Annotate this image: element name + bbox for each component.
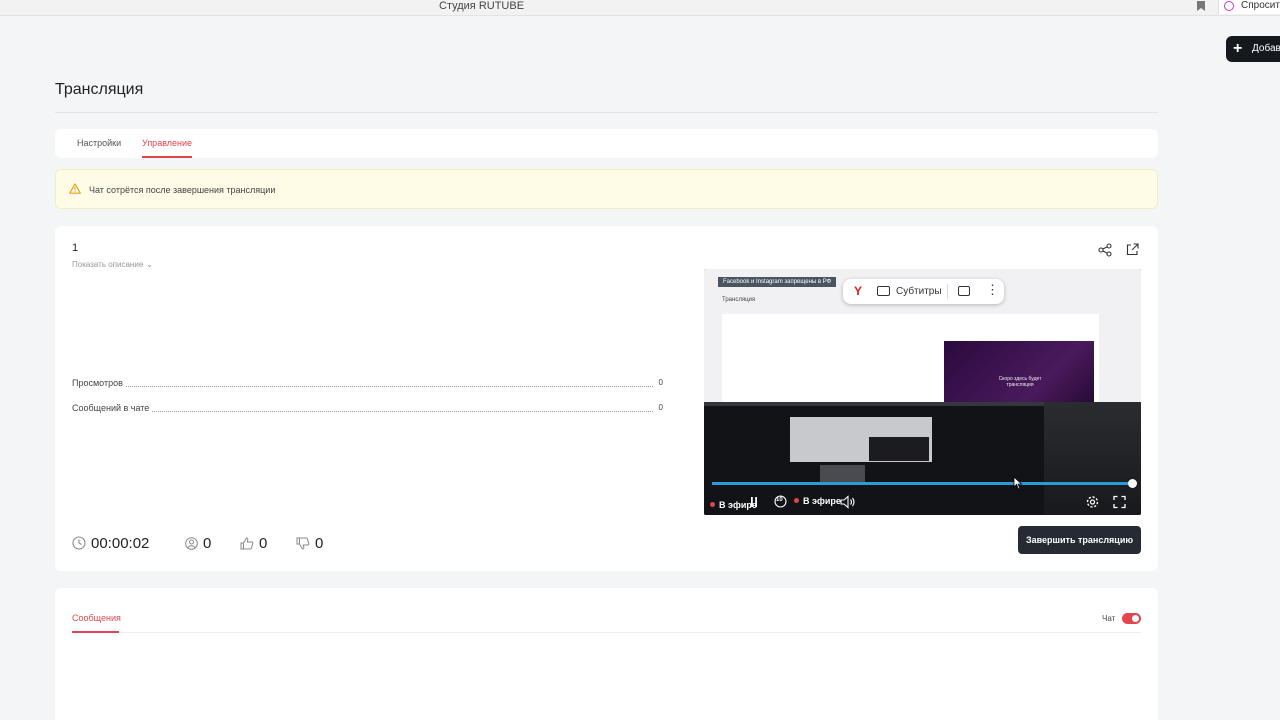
tab-settings[interactable]: Настройки: [77, 138, 121, 148]
live-dot: [710, 502, 715, 507]
player-progress-bar[interactable]: [712, 479, 1137, 488]
stat-value: 0: [656, 378, 663, 387]
player-progress-knob[interactable]: [1128, 479, 1137, 488]
browser-top-bar: Студия RUTUBE Спросить: [0, 0, 1280, 16]
volume-icon[interactable]: [840, 495, 856, 509]
tab-management[interactable]: Управление: [142, 138, 192, 148]
assistant-icon: [1224, 1, 1234, 11]
ask-label: Спросить: [1241, 0, 1280, 11]
skip-seconds: 10: [776, 497, 783, 503]
player-inner-preview-text: Скоро здесь будет трансляция: [998, 376, 1042, 388]
duration-value: 00:00:02: [91, 534, 150, 552]
user-icon: [185, 536, 198, 550]
stat-chat-messages: Сообщений в чате 0: [72, 403, 663, 415]
thumbs-up-icon: [240, 536, 254, 549]
dotted-leader: [72, 386, 653, 387]
messages-card: Сообщения Чат: [55, 588, 1158, 720]
duration-metric: 00:00:02: [72, 533, 149, 553]
fullscreen-icon[interactable]: [1113, 495, 1126, 509]
viewers-metric: 0: [185, 533, 211, 553]
stat-label: Просмотров: [72, 378, 125, 388]
dislikes-value: 0: [315, 534, 324, 552]
subtitles-icon[interactable]: [877, 286, 890, 296]
divider: [947, 284, 948, 299]
likes-metric: 0: [240, 533, 267, 553]
toggle-knob: [1132, 615, 1139, 622]
divider: [55, 112, 1158, 113]
chat-toggle-label: Чат: [1102, 614, 1116, 623]
picture-in-picture-icon[interactable]: [958, 286, 970, 296]
warning-icon: [69, 183, 81, 194]
tabs-bar: Настройки Управление: [55, 129, 1158, 158]
external-link-icon[interactable]: [1126, 243, 1139, 256]
viewers-value: 0: [203, 534, 212, 552]
stream-card: 1 Показать описание ⌄ Просмотров 0 Сообще…: [55, 226, 1158, 571]
browser-tab-title[interactable]: Студия RUTUBE: [439, 0, 524, 12]
player-nested-block: [820, 465, 865, 483]
tab-messages[interactable]: Сообщения: [72, 613, 121, 623]
video-player[interactable]: Facebook и Instagram запрещены в РФ Тран…: [704, 269, 1141, 515]
show-description-link[interactable]: Показать описание ⌄: [72, 260, 153, 269]
live-indicator[interactable]: В эфире: [794, 496, 841, 510]
plus-icon: +: [1233, 40, 1243, 57]
chevron-down-icon: ⌄: [146, 260, 153, 269]
warning-banner: Чат сотрётся после завершения трансляции: [55, 169, 1158, 209]
player-nested-preview: [869, 437, 929, 461]
page-title: Трансляция: [55, 81, 144, 98]
chat-toggle[interactable]: [1122, 613, 1141, 624]
stat-value: 0: [656, 403, 663, 412]
warning-text: Чат сотрётся после завершения трансляции: [89, 185, 276, 195]
player-progress-fill: [712, 479, 1137, 488]
show-description-label: Показать описание: [72, 260, 144, 269]
settings-gear-icon[interactable]: [1086, 495, 1099, 509]
dotted-leader: [72, 411, 653, 412]
dislikes-metric: 0: [296, 533, 323, 553]
more-icon[interactable]: ⋮: [986, 282, 999, 298]
divider: [72, 632, 1141, 633]
live-label: В эфире: [803, 496, 841, 506]
add-button-label: Добав: [1252, 43, 1280, 54]
live-dot: [794, 498, 799, 503]
player-screen-banner: Facebook и Instagram запрещены в РФ: [718, 277, 837, 287]
active-tab-indicator: [142, 156, 192, 158]
clock-icon: [72, 536, 86, 550]
player-screen-title: Трансляция: [722, 297, 756, 303]
active-tab-indicator: [72, 631, 119, 633]
add-button[interactable]: + Добав: [1226, 36, 1280, 62]
end-stream-button[interactable]: Завершить трансляцию: [1018, 526, 1141, 554]
mouse-cursor-icon: [1013, 476, 1023, 490]
likes-value: 0: [259, 534, 268, 552]
pause-icon[interactable]: [748, 495, 760, 509]
thumbs-down-icon: [296, 537, 310, 550]
share-icon[interactable]: [1098, 243, 1112, 257]
subtitles-toolbar: Y Субтитры ⋮: [843, 279, 1004, 304]
stat-views: Просмотров 0: [72, 378, 663, 390]
yandex-logo-icon[interactable]: Y: [854, 284, 862, 298]
subtitles-label[interactable]: Субтитры: [896, 286, 942, 297]
stat-label: Сообщений в чате: [72, 403, 152, 413]
stream-name: 1: [72, 242, 79, 254]
ask-button[interactable]: Спросить: [1218, 0, 1280, 14]
bookmark-icon[interactable]: [1197, 1, 1205, 11]
